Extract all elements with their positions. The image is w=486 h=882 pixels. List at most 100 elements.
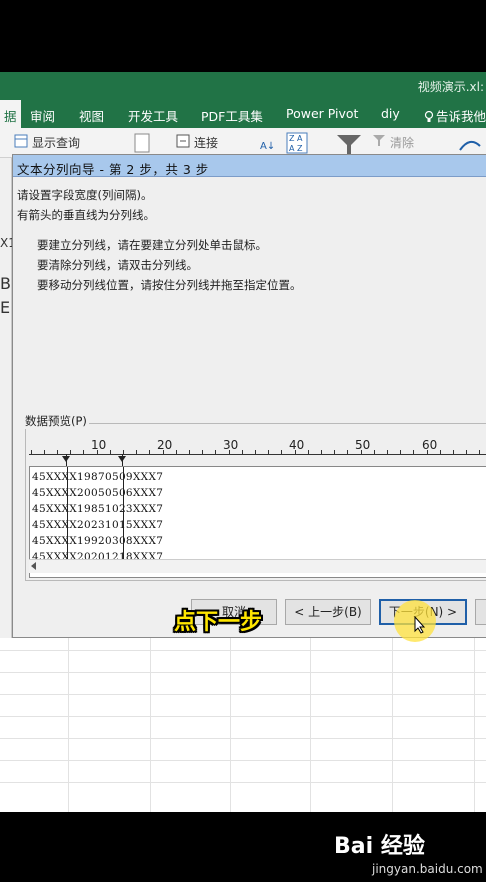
instruction-bullet-1: 要建立分列线，请在要建立分列处单击鼠标。 <box>37 238 267 252</box>
sort-az-icon[interactable]: A↓ <box>260 138 274 152</box>
tab-power-pivot[interactable]: Power Pivot <box>286 106 358 121</box>
tab-view[interactable]: 视图 <box>79 106 104 125</box>
ruler-tick <box>57 450 58 455</box>
instruction-bullet-3: 要移动分列线位置，请按住分列线并拖至指定位置。 <box>37 278 302 292</box>
grid-row-line <box>0 716 486 717</box>
ruler-tick <box>295 450 296 455</box>
text-to-columns-wizard-dialog: 文本分列向导 - 第 2 步，共 3 步 请设置字段宽度(列间隔)。 有箭头的垂… <box>12 154 486 638</box>
ruler-tick <box>453 450 454 455</box>
preview-horizontal-scrollbar[interactable] <box>29 559 486 573</box>
ruler-label-30: 30 <box>223 438 239 452</box>
column-ruler[interactable]: 10 20 30 40 50 60 <box>29 438 486 464</box>
preview-row: 45XXXX19920308XXX7 <box>32 535 164 547</box>
svg-text:Z A: Z A <box>289 134 303 143</box>
watermark-url: jingyan.baidu.com <box>372 862 483 876</box>
ruler-label-40: 40 <box>289 438 305 452</box>
ruler-tick <box>479 450 480 455</box>
finish-button[interactable] <box>475 599 486 625</box>
text-to-columns-icon[interactable] <box>458 136 486 156</box>
scroll-left-arrow-icon[interactable] <box>31 562 36 570</box>
preview-row: 45XXXX20050506XXX7 <box>32 487 164 499</box>
ruler-tick <box>176 450 177 455</box>
tab-review[interactable]: 审阅 <box>30 106 55 125</box>
preview-row: 45XXXX20231015XXX7 <box>32 519 164 531</box>
ruler-tick <box>281 450 282 455</box>
tab-pdf-tools[interactable]: PDF工具集 <box>201 106 263 125</box>
ruler-tick <box>70 450 71 455</box>
column-letter-b: B <box>0 274 11 293</box>
ruler-tick <box>427 450 428 455</box>
ruler-label-20: 20 <box>157 438 173 452</box>
tab-diy[interactable]: diy <box>381 106 400 121</box>
video-caption: 点下一步 <box>174 610 263 635</box>
column-break-line-2[interactable] <box>123 467 124 559</box>
ruler-tick <box>229 450 230 455</box>
ruler-tick <box>361 450 362 455</box>
back-button[interactable]: < 上一步(B) <box>285 599 371 625</box>
ruler-tick <box>400 450 401 455</box>
ruler-tick <box>31 450 32 455</box>
svg-text:A↓: A↓ <box>260 141 274 152</box>
ruler-tick <box>334 450 335 455</box>
ruler-tick <box>110 450 111 455</box>
preview-row: 45XXXX19851023XXX7 <box>32 503 164 515</box>
ruler-label-60: 60 <box>422 438 438 452</box>
ruler-tick <box>83 450 84 455</box>
sort-dialog-icon[interactable]: Z AA Z <box>286 132 308 154</box>
grid-row-line <box>0 650 486 651</box>
ruler-tick <box>202 450 203 455</box>
lightbulb-icon <box>424 111 434 122</box>
ruler-tick <box>242 450 243 455</box>
ruler-tick <box>440 450 441 455</box>
data-preview-label: 数据预览(P) <box>23 413 89 429</box>
ruler-tick <box>97 450 98 455</box>
show-query-button[interactable]: 显示查询 <box>32 134 80 151</box>
window-file-name: 视频演示.xl: <box>417 80 484 94</box>
ruler-label-10: 10 <box>91 438 107 452</box>
ruler-tick <box>44 450 45 455</box>
column-break-line-1-ruler <box>66 454 67 466</box>
grid-row-line <box>0 672 486 673</box>
tell-me-box[interactable]: 告诉我他 <box>424 106 486 125</box>
clear-filter-icon <box>373 135 385 146</box>
ruler-tick <box>189 450 190 455</box>
svg-text:A Z: A Z <box>289 144 303 153</box>
dialog-title: 文本分列向导 - 第 2 步，共 3 步 <box>17 162 209 177</box>
excel-title-bar: 视频演示.xl: <box>0 72 486 100</box>
ruler-tick <box>163 450 164 455</box>
grid-row-line <box>0 694 486 695</box>
ruler-tick <box>268 450 269 455</box>
dialog-title-bar[interactable]: 文本分列向导 - 第 2 步，共 3 步 <box>13 155 486 177</box>
ruler-label-50: 50 <box>355 438 371 452</box>
video-letterbox-top <box>0 0 486 72</box>
ruler-tick <box>321 450 322 455</box>
filter-icon[interactable] <box>336 134 362 156</box>
column-letter-e: E <box>0 298 11 317</box>
ruler-tick <box>136 450 137 455</box>
name-box-strip: X1 B E <box>0 158 16 638</box>
preview-row: 45XXXX19870509XXX7 <box>32 471 164 483</box>
ruler-tick <box>149 450 150 455</box>
ruler-tick <box>255 450 256 455</box>
query-table-icon <box>14 134 28 148</box>
ruler-tick <box>215 450 216 455</box>
column-break-line-2-ruler <box>122 454 123 466</box>
ruler-tick <box>413 450 414 455</box>
ruler-tick <box>347 450 348 455</box>
ruler-tick <box>123 450 124 455</box>
instruction-bullet-2: 要清除分列线，请双击分列线。 <box>37 258 198 272</box>
tab-developer[interactable]: 开发工具 <box>128 106 178 125</box>
grid-row-line <box>0 760 486 761</box>
column-break-line-1[interactable] <box>67 467 68 559</box>
connections-button[interactable]: 连接 <box>194 134 218 151</box>
instruction-line-2: 有箭头的垂直线为分列线。 <box>17 208 155 222</box>
tell-me-label: 告诉我他 <box>436 109 486 124</box>
tab-data[interactable]: 据 <box>0 100 21 128</box>
mouse-cursor-icon <box>414 616 426 634</box>
refresh-all-icon <box>134 133 150 153</box>
ruler-tick <box>374 450 375 455</box>
ruler-tick <box>466 450 467 455</box>
clear-button[interactable]: 清除 <box>390 134 414 151</box>
grid-row-line <box>0 782 486 783</box>
ribbon-tab-bar: 据 审阅 视图 开发工具 PDF工具集 Power Pivot diy 告诉我他 <box>0 100 486 128</box>
